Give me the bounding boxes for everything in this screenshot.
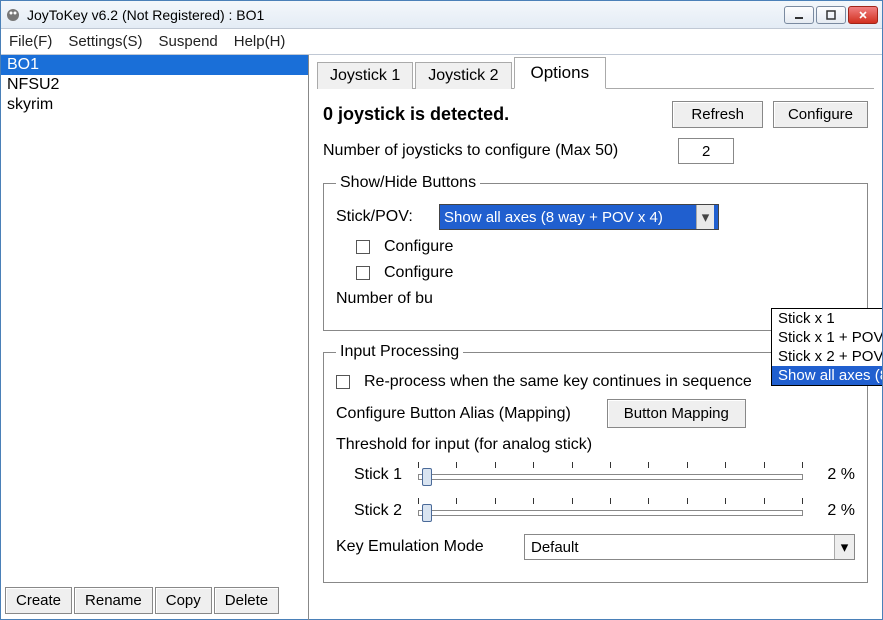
rename-button[interactable]: Rename: [74, 587, 153, 614]
stick-pov-label: Stick/POV:: [336, 208, 431, 226]
tab-bar: Joystick 1 Joystick 2 Options: [317, 59, 874, 89]
num-buttons-label: Number of bu: [336, 290, 433, 308]
dropdown-option[interactable]: Show all axes (8 way + POV x 4): [772, 366, 882, 385]
stick-pov-value: Show all axes (8 way + POV x 4): [444, 209, 663, 226]
joystick-status: 0 joystick is detected.: [323, 104, 509, 125]
create-button[interactable]: Create: [5, 587, 72, 614]
maximize-button[interactable]: [816, 6, 846, 24]
threshold-label: Threshold for input (for analog stick): [336, 436, 592, 454]
reprocess-checkbox[interactable]: [336, 375, 350, 389]
chevron-down-icon: ▾: [696, 205, 714, 229]
show-hide-legend: Show/Hide Buttons: [336, 174, 480, 192]
num-joysticks-input[interactable]: [678, 138, 734, 164]
configure-label-1: Configure: [384, 238, 453, 256]
menu-settings[interactable]: Settings(S): [68, 33, 142, 50]
tab-joystick2[interactable]: Joystick 2: [415, 62, 511, 89]
minimize-button[interactable]: [784, 6, 814, 24]
profile-item[interactable]: BO1: [1, 55, 308, 75]
app-icon: [5, 7, 21, 23]
stick1-value: 2 %: [815, 466, 855, 484]
input-processing-legend: Input Processing: [336, 343, 463, 361]
stick-pov-select[interactable]: Show all axes (8 way + POV x 4) ▾: [439, 204, 719, 230]
profile-list[interactable]: BO1 NFSU2 skyrim: [1, 55, 308, 581]
stick-pov-dropdown[interactable]: Stick x 1 Stick x 1 + POV x 1 Stick x 2 …: [771, 308, 882, 386]
configure-button[interactable]: Configure: [773, 101, 868, 128]
stick1-slider[interactable]: [418, 462, 803, 488]
alias-label: Configure Button Alias (Mapping): [336, 405, 571, 423]
menu-help[interactable]: Help(H): [234, 33, 286, 50]
key-emu-value: Default: [531, 539, 579, 556]
slider-thumb[interactable]: [422, 468, 432, 486]
configure-checkbox-2[interactable]: [356, 266, 370, 280]
refresh-button[interactable]: Refresh: [672, 101, 763, 128]
configure-checkbox-1[interactable]: [356, 240, 370, 254]
reprocess-label: Re-process when the same key continues i…: [364, 373, 752, 391]
stick2-slider[interactable]: [418, 498, 803, 524]
dropdown-option[interactable]: Stick x 2 + POV x 1: [772, 347, 882, 366]
delete-button[interactable]: Delete: [214, 587, 279, 614]
profile-item[interactable]: NFSU2: [1, 75, 308, 95]
menu-bar: File(F) Settings(S) Suspend Help(H): [1, 29, 882, 55]
close-button[interactable]: [848, 6, 878, 24]
stick1-label: Stick 1: [336, 466, 406, 484]
key-emu-label: Key Emulation Mode: [336, 538, 516, 556]
chevron-down-icon: ▾: [834, 535, 854, 559]
menu-file[interactable]: File(F): [9, 33, 52, 50]
num-joysticks-label: Number of joysticks to configure (Max 50…: [323, 142, 618, 160]
profile-item[interactable]: skyrim: [1, 95, 308, 115]
window-title: JoyToKey v6.2 (Not Registered) : BO1: [27, 7, 784, 23]
button-mapping-button[interactable]: Button Mapping: [607, 399, 746, 428]
content-area: Joystick 1 Joystick 2 Options 0 joystick…: [309, 55, 882, 620]
slider-thumb[interactable]: [422, 504, 432, 522]
tab-options[interactable]: Options: [514, 57, 607, 89]
copy-button[interactable]: Copy: [155, 587, 212, 614]
tab-joystick1[interactable]: Joystick 1: [317, 62, 413, 89]
configure-label-2: Configure: [384, 264, 453, 282]
menu-suspend[interactable]: Suspend: [159, 33, 218, 50]
dropdown-option[interactable]: Stick x 1 + POV x 1: [772, 328, 882, 347]
title-bar: JoyToKey v6.2 (Not Registered) : BO1: [1, 1, 882, 29]
key-emu-select[interactable]: Default ▾: [524, 534, 855, 560]
stick2-value: 2 %: [815, 502, 855, 520]
stick2-label: Stick 2: [336, 502, 406, 520]
dropdown-option[interactable]: Stick x 1: [772, 309, 882, 328]
profile-sidebar: BO1 NFSU2 skyrim Create Rename Copy Dele…: [1, 55, 309, 620]
